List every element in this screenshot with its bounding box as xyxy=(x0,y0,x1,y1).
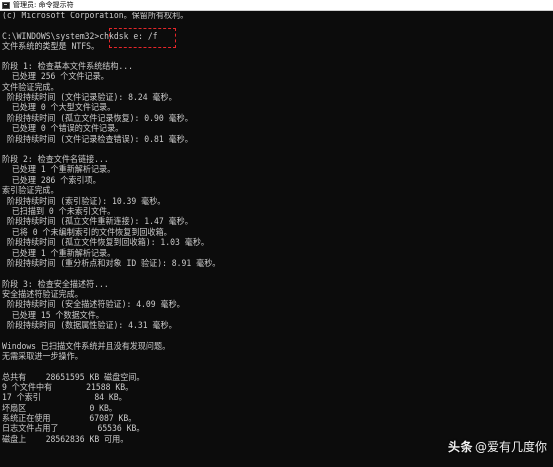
console-line: C:\WINDOWS\system32>chkdsk e: /f xyxy=(2,32,158,42)
console-line: 17 个索引 84 KB。 xyxy=(2,393,127,403)
watermark-handle: @爱有几度你 xyxy=(474,440,547,454)
console-line: 文件系统的类型是 NTFS。 xyxy=(2,42,100,52)
console-line: 阶段持续时间 (孤立文件记录恢复): 0.90 毫秒。 xyxy=(2,114,193,124)
console-line: 阶段 1: 检查基本文件系统结构... xyxy=(2,62,133,72)
watermark: 头条 @爱有几度你 xyxy=(448,438,547,455)
console-line: 坏扇区 0 KB。 xyxy=(2,404,118,414)
console-line: 阶段持续时间 (文件记录验证): 8.24 毫秒。 xyxy=(2,93,177,103)
console-line: 阶段持续时间 (索引验证): 10.39 毫秒。 xyxy=(2,197,166,207)
console-line: 阶段持续时间 (文件记录检查错误): 0.81 毫秒。 xyxy=(2,135,193,145)
console-line: (c) Microsoft Corporation。保留所有权利。 xyxy=(2,12,189,21)
console-line: 阶段持续时间 (孤立文件恢复到回收箱): 1.03 毫秒。 xyxy=(2,238,209,248)
console-line: 阶段持续时间 (数据属性验证): 4.31 毫秒。 xyxy=(2,321,177,331)
console-line: 已处理 1 个重新解析记录。 xyxy=(2,249,116,259)
console-line: 阶段持续时间 (孤立文件重新连接): 1.47 毫秒。 xyxy=(2,217,193,227)
console-line: 已扫描到 0 个未索引文件。 xyxy=(2,207,116,217)
console-line: 阶段 2: 检查文件名链接... xyxy=(2,155,109,165)
console-line: 已处理 1 个重新解析记录。 xyxy=(2,165,116,175)
cmd-icon xyxy=(2,1,10,9)
console-output[interactable]: Microsoft Windows [版本 10.0.19042.1466](c… xyxy=(0,12,553,467)
console-line: 总共有 28651595 KB 磁盘空间。 xyxy=(2,373,145,383)
window-titlebar[interactable]: 管理员: 命令提示符 xyxy=(0,0,553,11)
console-line: 已处理 286 个索引项。 xyxy=(2,176,101,186)
console-line: 系统正在使用 67087 KB。 xyxy=(2,414,137,424)
console-line: 文件验证完成。 xyxy=(2,83,59,93)
console-line: 阶段持续时间 (重分析点和对象 ID 验证): 8.91 毫秒。 xyxy=(2,259,221,269)
watermark-brand: 头条 xyxy=(447,440,473,454)
console-line: 阶段持续时间 (安全描述符验证): 4.09 毫秒。 xyxy=(2,300,185,310)
console-line: 9 个文件中有 21588 KB。 xyxy=(2,383,134,393)
console-line: 磁盘上 28562836 KB 可用。 xyxy=(2,435,129,445)
window-title: 管理员: 命令提示符 xyxy=(13,1,74,9)
console-line: 安全描述符验证完成。 xyxy=(2,290,83,300)
console-line: 已处理 0 个错误的文件记录。 xyxy=(2,124,124,134)
console-line: 已将 0 个未编制索引的文件恢复到回收箱。 xyxy=(2,228,172,238)
console-line: Windows 已扫描文件系统并且没有发现问题。 xyxy=(2,342,171,352)
console-line: 日志文件占用了 65536 KB。 xyxy=(2,424,145,434)
console-line: 已处理 15 个数据文件。 xyxy=(2,311,104,321)
console-line: 已处理 256 个文件记录。 xyxy=(2,72,109,82)
console-line: 阶段 3: 检查安全描述符... xyxy=(2,280,109,290)
console-line: 无需采取进一步操作。 xyxy=(2,352,83,362)
console-line: 索引验证完成。 xyxy=(2,186,59,196)
console-line: 已处理 0 个大型文件记录。 xyxy=(2,103,116,113)
